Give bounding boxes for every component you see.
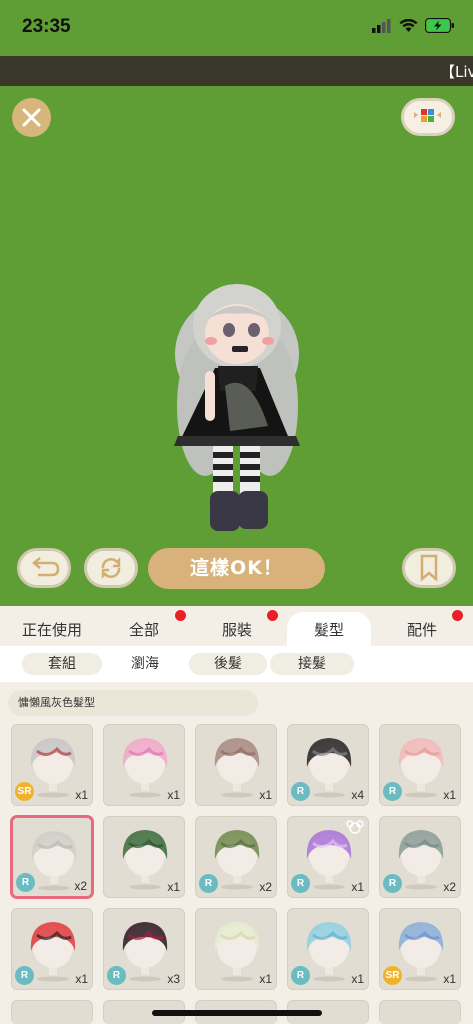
hair-item[interactable]: Rx2 [195, 816, 277, 898]
hair-item[interactable]: Rx1 [287, 816, 369, 898]
hair-item[interactable]: SR x1 [379, 908, 461, 990]
hair-preview-icon [306, 738, 352, 798]
hair-item[interactable]: Rx1 [379, 724, 461, 806]
subtab-bangs[interactable]: 瀏海 [104, 653, 186, 675]
signal-icon [372, 18, 391, 33]
rarity-badge: R [291, 782, 310, 801]
hair-preview-icon [214, 830, 260, 890]
hair-item-partial[interactable] [11, 1000, 93, 1024]
bear-icon [346, 820, 364, 834]
undo-icon [32, 557, 60, 577]
hair-preview-icon [306, 830, 352, 890]
avatar-stage: 這樣OK！ [0, 86, 473, 606]
hair-item[interactable]: Rx2 [11, 816, 93, 898]
tab-clothing[interactable]: 服裝 [196, 612, 278, 646]
hair-item-partial[interactable] [379, 1000, 461, 1024]
hair-preview-icon [30, 922, 76, 982]
rarity-badge: R [199, 874, 218, 893]
hair-preview-icon [31, 831, 77, 891]
item-count: x1 [259, 788, 272, 802]
item-count: x1 [167, 788, 180, 802]
ticker-text: 【Liv [440, 63, 473, 81]
subtab-set[interactable]: 套組 [22, 653, 102, 675]
bookmark-button[interactable] [402, 548, 456, 588]
hair-preview-icon [306, 922, 352, 982]
hair-item[interactable]: x1 [195, 724, 277, 806]
hair-item[interactable]: Rx4 [287, 724, 369, 806]
avatar-character [174, 284, 300, 531]
refresh-icon [101, 556, 121, 580]
status-bar: 23:35 [0, 0, 473, 56]
tab-in-use[interactable]: 正在使用 [0, 612, 104, 646]
hair-item[interactable]: Rx3 [103, 908, 185, 990]
item-count: x1 [443, 788, 456, 802]
undo-button[interactable] [17, 548, 71, 588]
hair-preview-icon [122, 830, 168, 890]
hair-item[interactable]: SR x1 [11, 724, 93, 806]
hair-item[interactable]: x1 [103, 816, 185, 898]
hair-preview-icon [122, 922, 168, 982]
hair-item[interactable]: Rx2 [379, 816, 461, 898]
tab-all[interactable]: 全部 [104, 612, 184, 646]
wifi-icon [399, 18, 418, 32]
item-count: x1 [259, 972, 272, 986]
hair-preview-icon [398, 738, 444, 798]
rarity-badge: SR [15, 782, 34, 801]
hair-preview-icon [214, 922, 260, 982]
item-count: x1 [351, 880, 364, 894]
item-count: x2 [259, 880, 272, 894]
status-time: 23:35 [22, 16, 71, 37]
notification-dot [267, 610, 278, 621]
item-count: x1 [75, 788, 88, 802]
tab-hairstyle[interactable]: 髮型 [287, 612, 371, 646]
notification-dot [175, 610, 186, 621]
randomize-button[interactable] [84, 548, 138, 588]
item-count: x1 [167, 880, 180, 894]
rarity-badge: R [16, 873, 35, 892]
hair-preview-icon [398, 830, 444, 890]
news-ticker[interactable]: 【Liv [0, 56, 473, 86]
battery-charging-icon [425, 18, 454, 33]
rarity-badge: R [291, 966, 310, 985]
hair-item[interactable]: Rx1 [11, 908, 93, 990]
home-indicator [152, 1010, 322, 1016]
item-count: x4 [351, 788, 364, 802]
category-tabs: 正在使用 全部 服裝 髮型 配件 [0, 606, 473, 646]
hair-item[interactable]: x1 [103, 724, 185, 806]
item-count: x1 [443, 972, 456, 986]
subtab-extensions[interactable]: 接髮 [270, 653, 354, 675]
item-count: x2 [74, 879, 87, 893]
rarity-badge: R [291, 874, 310, 893]
rarity-badge: R [383, 782, 402, 801]
bookmark-icon [420, 554, 438, 582]
rarity-badge: SR [383, 966, 402, 985]
hair-preview-icon [30, 738, 76, 798]
item-count: x1 [351, 972, 364, 986]
confirm-ok-button[interactable]: 這樣OK！ [148, 548, 325, 589]
hair-preview-icon [398, 922, 444, 982]
notification-dot [452, 610, 463, 621]
hair-preview-icon [214, 738, 260, 798]
hair-item[interactable]: Rx1 [287, 908, 369, 990]
rarity-badge: R [107, 966, 126, 985]
rarity-badge: R [383, 874, 402, 893]
hair-preview-icon [122, 738, 168, 798]
rarity-badge: R [15, 966, 34, 985]
subtab-back-hair[interactable]: 後髮 [189, 653, 267, 675]
item-count: x3 [167, 972, 180, 986]
item-count: x2 [443, 880, 456, 894]
item-count: x1 [75, 972, 88, 986]
hair-subtabs: 套組 瀏海 後髮 接髮 [0, 646, 473, 682]
hair-item[interactable]: x1 [195, 908, 277, 990]
set-name-label: 慵懶風灰色髮型 [8, 690, 258, 716]
